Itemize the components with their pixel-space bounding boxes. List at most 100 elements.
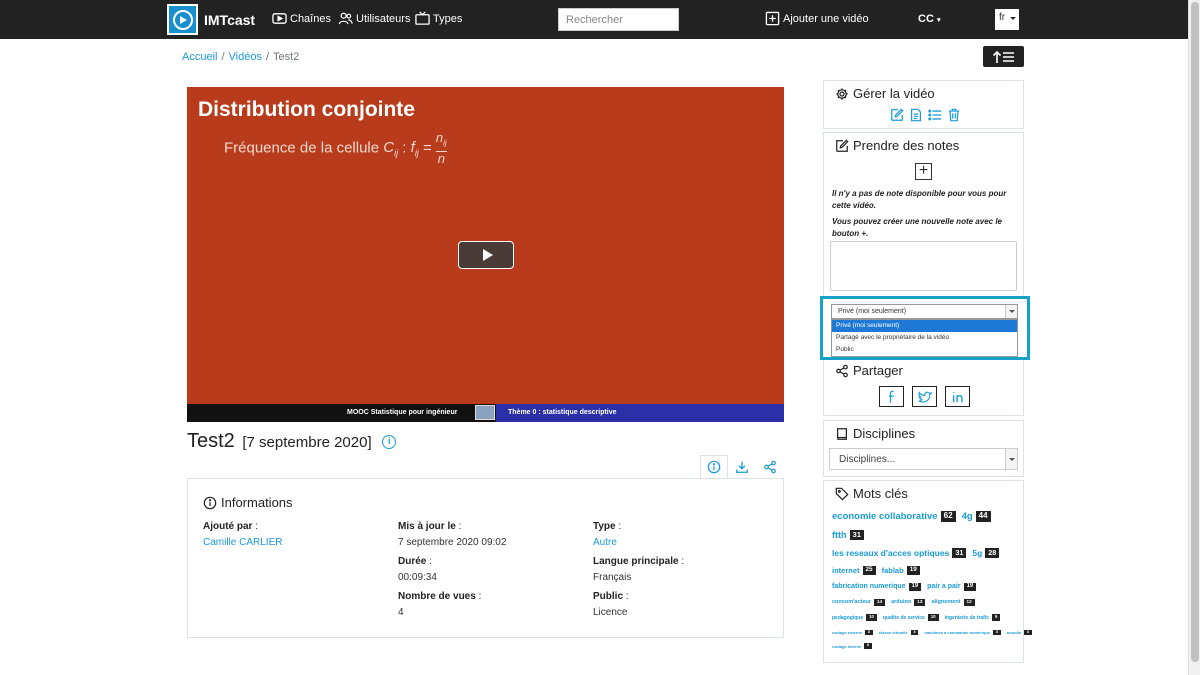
tag-count: 10 [927,614,939,621]
tag-cloud: economie collaborative 62 4g 44 ftth 31 les… [832,507,1033,652]
breadcrumb-separator: / [221,51,225,63]
share-twitter-button[interactable] [912,386,937,407]
tag-count: 19 [908,583,922,591]
chevron-down-icon [1005,449,1017,469]
tag-link[interactable]: ingenierie de trafic 9 [945,614,1001,621]
captions-label: CC [918,13,934,25]
field-label: Durée [398,556,437,567]
tab-download[interactable] [728,455,756,479]
field-audience: Public Licence [593,591,629,618]
tag-link[interactable]: pedagogique 10 [832,614,877,621]
tag-link[interactable]: routage interne 8 [832,643,873,649]
visibility-option-owner[interactable]: Partagé avec le propriétaire de la vidéo [832,332,1017,344]
keywords-heading: Mots clés [835,486,908,501]
field-updated: Mis à jour le 7 septembre 2020 09:02 [398,521,506,548]
book-icon [837,427,847,440]
tag-count: 8 [910,629,919,636]
tag-name: 5g [972,548,983,558]
tag-link[interactable]: fablab 19 [882,566,920,575]
nav-users-link[interactable]: Utilisateurs [338,11,410,26]
facebook-icon [888,390,894,403]
tag-link[interactable]: machines a commande numerique 8 [924,629,1001,636]
tag-count: 9 [992,614,1001,621]
video-player[interactable]: Distribution conjointe Fréquence de la c… [187,87,784,422]
tag-link[interactable]: arduino 13 [891,599,926,606]
tag-link[interactable]: routage externe 8 [832,629,873,636]
download-icon [736,461,748,473]
add-note-button[interactable]: + [915,163,932,180]
tag-count: 19 [963,583,977,591]
author-link[interactable]: Camille CARLIER [203,537,282,548]
add-video-link[interactable]: Ajouter une vidéo [765,11,869,26]
tag-link[interactable]: 5g 28 [972,548,1000,558]
nav-types-link[interactable]: Types [415,11,462,26]
field-value: 4 [398,607,404,618]
tag-link[interactable]: fabrication numerique 19 [832,583,922,591]
play-button[interactable] [458,241,514,269]
video-date: [7 septembre 2020] [242,434,372,451]
brand-link[interactable]: IMTcast [167,4,255,35]
tab-share[interactable] [756,455,784,479]
edit-icon[interactable] [890,108,904,122]
share-linkedin-button[interactable] [945,386,970,407]
breadcrumb-home[interactable]: Accueil [182,51,217,63]
chevron-down-icon [1005,305,1017,318]
tag-name: fablab [881,566,904,575]
tag-name: arduino [891,599,912,606]
tab-info[interactable] [700,455,728,479]
tag-link[interactable]: moodle 8 [1007,629,1033,636]
tag-link[interactable]: consom'acteur 14 [832,599,886,606]
field-value: Licence [593,607,628,618]
tag-row: economie collaborative 62 4g 44 [832,507,1020,526]
captions-dropdown[interactable]: CC ▾ [918,13,940,25]
tag-link[interactable]: qualite de service 10 [883,614,939,621]
tag-link[interactable]: economie collaborative 62 [832,511,956,522]
language-value: fr [999,12,1006,23]
tag-link[interactable]: ftth 31 [832,530,864,540]
share-facebook-button[interactable] [879,386,904,407]
tag-link[interactable]: 4g 44 [962,511,991,522]
tag-link[interactable]: les reseaux d'acces optiques 31 [832,548,967,558]
toggle-sidebar-button[interactable] [983,46,1024,67]
field-label: Langue principale [593,556,684,567]
tag-row: routage externe 8 classe virtuelle 8 machi… [832,625,1033,640]
gear-icon [836,87,848,100]
note-textarea[interactable] [830,241,1017,291]
tag-name: pair a pair [927,583,961,591]
tag-count: 8 [993,629,1001,636]
tag-icon [835,487,849,501]
manage-heading-text: Gérer la vidéo [853,86,935,101]
disciplines-select[interactable]: Disciplines... [829,448,1018,470]
scrollbar-thumb[interactable] [1191,2,1199,662]
slide-subtitle-text: Fréquence de la cellule [224,139,380,157]
tag-name: consom'acteur [832,599,871,606]
tag-count: 8 [864,643,873,649]
visibility-option-private[interactable]: Privé (moi seulement) [832,320,1017,332]
tag-row: routage interne 8 [832,640,1020,652]
document-icon[interactable] [909,108,923,122]
tag-count: 28 [985,548,1000,558]
tag-link[interactable]: internet 25 [832,566,876,575]
visibility-option-public[interactable]: Public [832,344,1017,356]
visibility-select[interactable]: Privé (moi seulement) [831,304,1018,319]
search-input[interactable] [558,8,679,31]
info-icon[interactable]: i [382,434,397,449]
add-square-icon [765,11,780,26]
disciplines-panel: Disciplines Disciplines... [823,420,1024,477]
field-type: Type Autre [593,521,621,548]
nav-channels-link[interactable]: Chaînes [272,11,331,26]
share-heading: Partager [835,363,903,378]
trash-icon[interactable] [947,108,961,122]
tag-link[interactable]: pair a pair 19 [927,583,977,591]
breadcrumb-videos[interactable]: Vidéos [229,51,262,63]
brand-name: IMTcast [204,11,256,28]
page-scrollbar[interactable] [1188,0,1200,675]
tag-link[interactable]: alignement 12 [931,599,975,606]
slide-footer-theme: Thème 0 : statistique descriptive [508,409,617,416]
list-icon[interactable] [928,108,942,122]
info-heading: Informations [203,495,293,510]
type-link[interactable]: Autre [593,537,621,548]
tag-link[interactable]: classe virtuelle 8 [879,629,919,636]
language-select[interactable]: fr [995,9,1019,30]
notes-hint-text: Vous pouvez créer une nouvelle note avec… [832,217,1002,238]
